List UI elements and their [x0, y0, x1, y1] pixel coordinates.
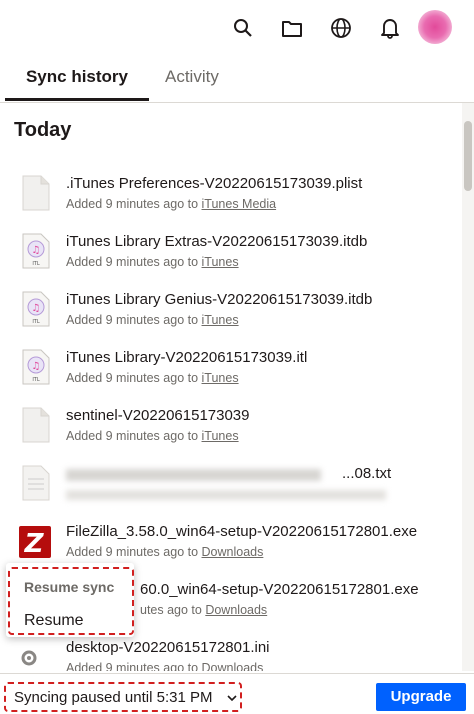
- file-name: 60.0_win64-setup-V20220615172801.exe: [140, 581, 419, 598]
- globe-icon[interactable]: [327, 14, 355, 42]
- redacted-name: [66, 469, 321, 481]
- blank-file-icon: [22, 407, 50, 443]
- folder-link[interactable]: iTunes: [202, 429, 239, 443]
- scrollbar[interactable]: [462, 103, 474, 671]
- file-name: iTunes Library-V20220615173039.itl: [66, 349, 308, 366]
- avatar[interactable]: [418, 10, 452, 44]
- svg-text:♫: ♫: [32, 361, 41, 372]
- list-item[interactable]: ♫ ITL iTunes Library Extras-V202206151730…: [0, 227, 462, 277]
- svg-text:♫: ♫: [32, 245, 41, 256]
- list-item[interactable]: desktop-V20220615172801.ini Added 9 minu…: [0, 633, 462, 671]
- chevron-down-icon: [227, 695, 237, 702]
- search-icon[interactable]: [229, 14, 257, 42]
- resume-button[interactable]: Resume: [24, 612, 84, 630]
- blank-file-icon: [22, 175, 50, 211]
- sync-status-button[interactable]: Syncing paused until 5:31 PM: [4, 682, 242, 712]
- itunes-file-icon: ♫ ITL: [22, 349, 50, 385]
- file-name: desktop-V20220615172801.ini: [66, 639, 270, 656]
- folder-link[interactable]: Downloads: [202, 661, 264, 671]
- scrollbar-thumb[interactable]: [464, 121, 472, 191]
- tab-sync-history[interactable]: Sync history: [5, 58, 149, 101]
- redacted-meta: [66, 490, 386, 500]
- file-name: iTunes Library Genius-V20220615173039.it…: [66, 291, 373, 308]
- svg-text:ITL: ITL: [32, 377, 40, 383]
- bell-icon[interactable]: [376, 14, 404, 42]
- file-meta: utes ago to Downloads: [140, 603, 268, 617]
- file-meta: Added 9 minutes ago to Downloads: [66, 661, 263, 671]
- file-name: iTunes Library Extras-V20220615173039.it…: [66, 233, 368, 250]
- list-item[interactable]: .iTunes Preferences-V20220615173039.plis…: [0, 169, 462, 219]
- folder-link[interactable]: Downloads: [202, 545, 264, 559]
- itunes-file-icon: ♫ ITL: [22, 233, 50, 269]
- folder-link[interactable]: iTunes: [202, 313, 239, 327]
- list-item[interactable]: ...08.txt: [0, 459, 462, 509]
- svg-text:ITL: ITL: [32, 319, 40, 325]
- svg-text:ITL: ITL: [32, 261, 40, 267]
- file-name-tail: ...08.txt: [342, 465, 392, 482]
- file-name: .iTunes Preferences-V20220615173039.plis…: [66, 175, 363, 192]
- tab-activity[interactable]: Activity: [165, 58, 219, 100]
- file-meta: Added 9 minutes ago to iTunes Media: [66, 197, 277, 211]
- popup-title: Resume sync: [24, 579, 115, 595]
- file-meta: Added 9 minutes ago to iTunes: [66, 313, 239, 327]
- filezilla-icon: Z: [19, 526, 51, 559]
- file-meta: Added 9 minutes ago to iTunes: [66, 429, 239, 443]
- file-meta: Added 9 minutes ago to Downloads: [66, 545, 264, 559]
- folder-link[interactable]: iTunes: [202, 371, 239, 385]
- file-name: FileZilla_3.58.0_win64-setup-V2022061517…: [66, 523, 418, 540]
- file-meta: Added 9 minutes ago to iTunes: [66, 371, 239, 385]
- file-meta: Added 9 minutes ago to iTunes: [66, 255, 239, 269]
- list-item[interactable]: Z FileZilla_3.58.0_win64-setup-V20220615…: [0, 517, 462, 567]
- upgrade-button[interactable]: Upgrade: [376, 683, 466, 711]
- svg-text:♫: ♫: [32, 303, 41, 314]
- text-file-icon: [22, 465, 50, 501]
- footer: Syncing paused until 5:31 PM Upgrade: [0, 673, 474, 714]
- file-name: sentinel-V20220615173039: [66, 407, 250, 424]
- sync-status-text: Syncing paused until 5:31 PM: [14, 689, 213, 706]
- tab-bar: Sync history Activity: [0, 58, 474, 103]
- svg-text:Z: Z: [24, 529, 45, 559]
- folder-link[interactable]: Downloads: [205, 603, 267, 617]
- top-bar: [0, 0, 474, 56]
- list-item[interactable]: sentinel-V20220615173039 Added 9 minutes…: [0, 401, 462, 451]
- list-item[interactable]: ♫ ITL iTunes Library Genius-V202206151730…: [0, 285, 462, 335]
- settings-file-icon: [21, 650, 37, 666]
- folder-link[interactable]: iTunes: [202, 255, 239, 269]
- folder-icon[interactable]: [278, 14, 306, 42]
- section-title: Today: [14, 119, 72, 141]
- folder-link[interactable]: iTunes Media: [202, 197, 277, 211]
- itunes-file-icon: ♫ ITL: [22, 291, 50, 327]
- list-item[interactable]: ♫ ITL iTunes Library-V20220615173039.itl …: [0, 343, 462, 393]
